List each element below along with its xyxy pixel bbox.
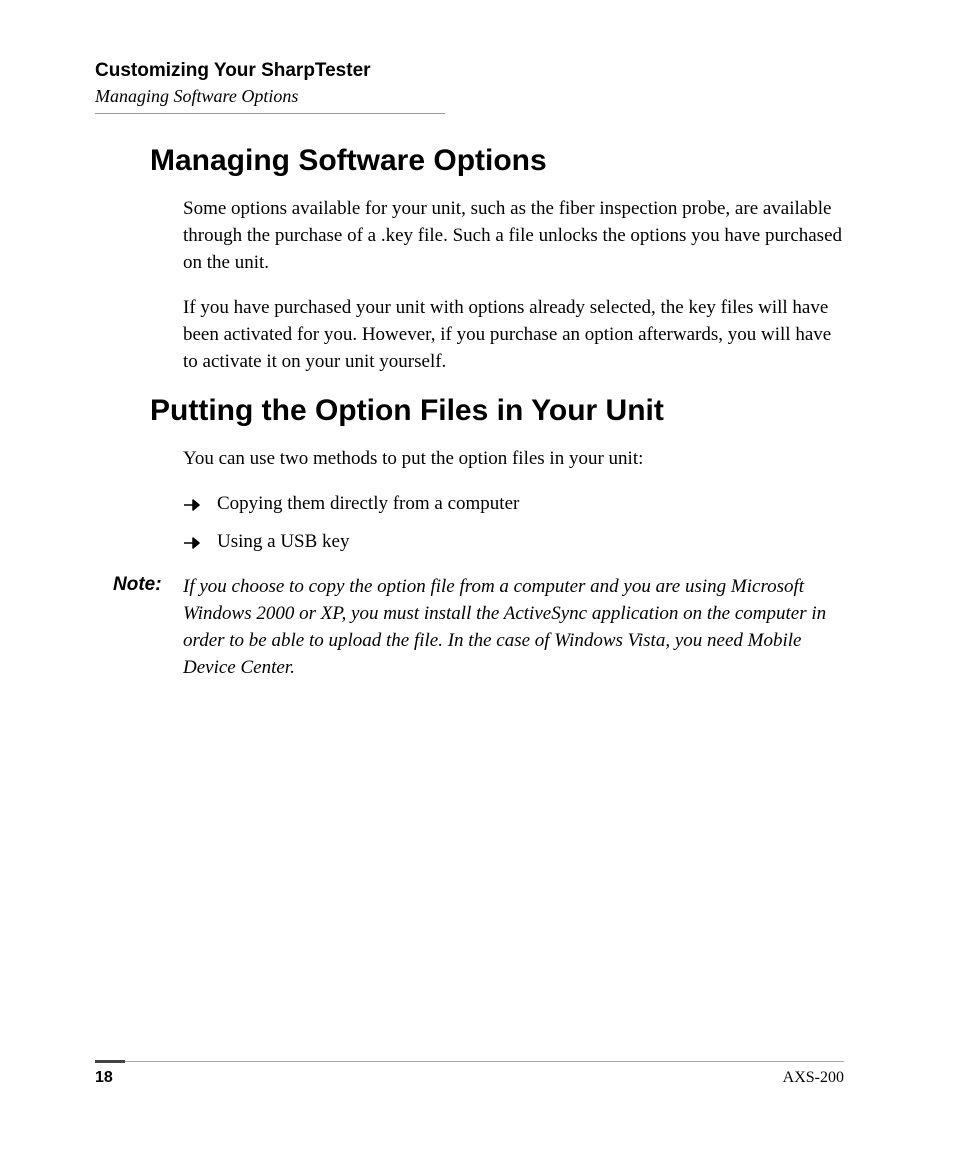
paragraph: Some options available for your unit, su… [183, 196, 844, 277]
arrow-icon [183, 495, 203, 511]
list-item: Using a USB key [183, 529, 844, 556]
body-block-1: Some options available for your unit, su… [183, 196, 844, 376]
list-item: Copying them directly from a computer [183, 491, 844, 518]
bullet-list: Copying them directly from a computer Us… [183, 491, 844, 556]
body-block-2: You can use two methods to put the optio… [183, 446, 844, 556]
heading-putting-option-files: Putting the Option Files in Your Unit [150, 394, 844, 428]
section-name: Managing Software Options [95, 86, 844, 107]
footer-line: 18 AXS-200 [95, 1069, 844, 1087]
paragraph: You can use two methods to put the optio… [183, 446, 844, 473]
arrow-icon [183, 533, 203, 549]
page-number: 18 [95, 1069, 113, 1087]
chapter-title: Customizing Your SharpTester [95, 60, 844, 82]
footer-divider [95, 1060, 844, 1063]
page-footer: 18 AXS-200 [95, 1060, 844, 1087]
model-number: AXS-200 [783, 1069, 844, 1087]
heading-managing-software-options: Managing Software Options [150, 144, 844, 178]
note-block: Note: If you choose to copy the option f… [113, 574, 844, 682]
list-item-text: Using a USB key [217, 531, 349, 552]
note-text: If you choose to copy the option file fr… [183, 574, 844, 682]
list-item-text: Copying them directly from a computer [217, 493, 519, 514]
header-divider [95, 113, 445, 114]
paragraph: If you have purchased your unit with opt… [183, 295, 844, 376]
document-page: Customizing Your SharpTester Managing So… [0, 0, 954, 1159]
note-label: Note: [113, 574, 183, 682]
